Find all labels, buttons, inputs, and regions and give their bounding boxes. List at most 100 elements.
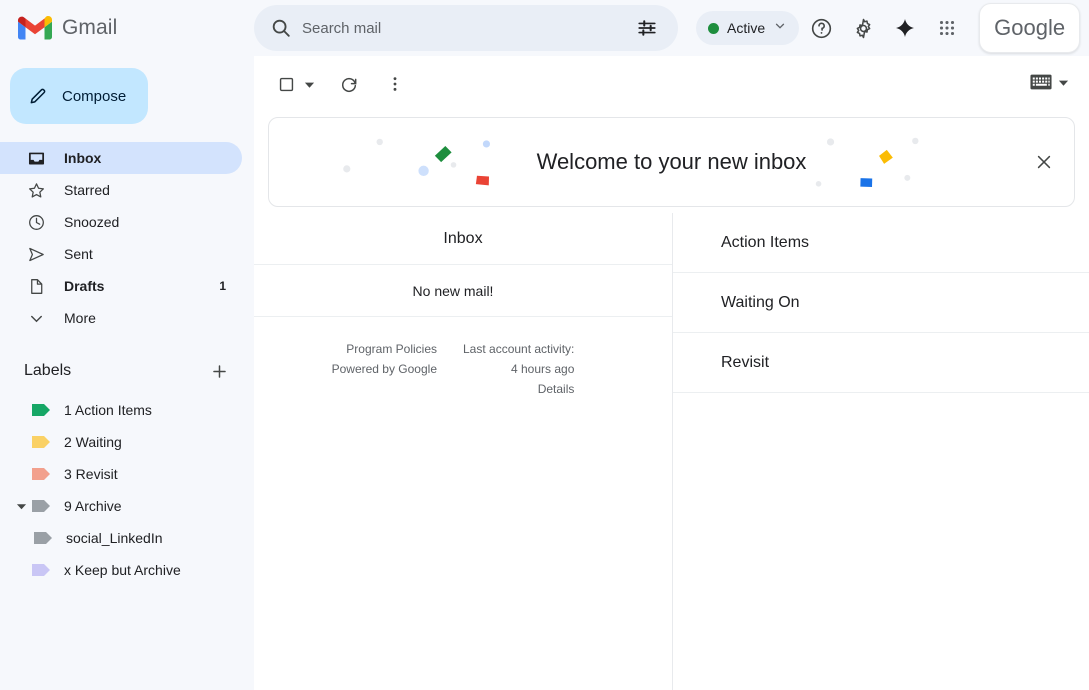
brand-name: Gmail [62,16,117,40]
main-content: Welcome to your new inbox Inbox No new m… [254,56,1089,690]
sidebar-item-inbox[interactable]: Inbox [0,142,242,174]
select-all-group[interactable] [268,66,315,102]
chevron-down-icon [26,308,46,328]
sidebar-item-sent[interactable]: Sent [0,238,242,270]
label-item-keep-but-archive[interactable]: x Keep but Archive [0,554,254,586]
label-item-waiting[interactable]: 2 Waiting [0,426,254,458]
inbox-empty-text: No new mail! [413,283,494,299]
sidebar-item-label: More [64,310,96,326]
clock-icon [26,212,46,232]
inbox-icon [26,148,46,168]
compose-label: Compose [62,88,126,105]
section-title: Revisit [721,354,769,372]
status-label: Active [727,20,765,36]
sidebar-item-starred[interactable]: Starred [0,174,242,206]
label-color-swatch [32,467,50,481]
mail-toolbar [254,56,1089,112]
footer-activity-column: Last account activity: 4 hours ago Detai… [463,339,574,399]
panes-container: Inbox No new mail! Program Policies Powe… [254,213,1089,690]
refresh-icon[interactable] [331,66,367,102]
brand-area[interactable]: Gmail [0,15,254,41]
welcome-banner: Welcome to your new inbox [268,117,1075,207]
label-color-swatch [32,499,50,513]
labels-list: 1 Action Items 2 Waiting 3 Revisit [0,394,254,586]
labels-header: Labels [0,356,254,386]
label-text: social_LinkedIn [66,530,163,546]
sidebar-item-label: Drafts [64,278,104,294]
status-pill-active[interactable]: Active [696,11,799,45]
search-icon[interactable] [262,9,300,47]
drafts-count: 1 [219,279,226,293]
document-icon [26,276,46,296]
twisty-placeholder [12,433,30,451]
last-activity-value: 4 hours ago [511,359,574,379]
inbox-footer: Program Policies Powered by Google Last … [254,317,672,399]
inbox-empty-row: No new mail! [254,265,672,317]
gear-icon[interactable] [843,8,883,48]
label-item-action-items[interactable]: 1 Action Items [0,394,254,426]
label-item-social-linkedin[interactable]: social_LinkedIn [0,522,254,554]
sidebar-item-label: Starred [64,182,110,198]
label-text: x Keep but Archive [64,562,181,578]
footer-links-column: Program Policies Powered by Google [332,339,437,399]
section-row-revisit[interactable]: Revisit [673,333,1089,393]
label-item-revisit[interactable]: 3 Revisit [0,458,254,490]
label-text: 1 Action Items [64,402,152,418]
close-icon[interactable] [1028,146,1060,178]
twisty-placeholder [12,465,30,483]
search-input[interactable] [300,20,630,37]
sidebar-item-label: Sent [64,246,93,262]
chevron-down-icon [773,19,787,38]
twisty-placeholder [12,401,30,419]
send-icon [26,244,46,264]
sidebar-item-label: Inbox [64,150,101,166]
section-title: Action Items [721,234,809,252]
label-color-swatch [32,435,50,449]
section-row-waiting-on[interactable]: Waiting On [673,273,1089,333]
gmail-logo-icon [18,15,52,41]
activity-details-link[interactable]: Details [538,379,575,399]
program-policies-link[interactable]: Program Policies [346,339,437,359]
sidebar-item-drafts[interactable]: Drafts 1 [0,270,242,302]
status-dot-icon [708,23,719,34]
labels-title: Labels [24,362,71,380]
label-text: 3 Revisit [64,466,118,482]
sections-pane: Action Items Waiting On Revisit [673,213,1089,690]
sidebar-nav: Inbox Starred Snoozed [0,142,254,334]
section-row-action-items[interactable]: Action Items [673,213,1089,273]
apps-grid-icon[interactable] [927,8,967,48]
checkbox-empty-icon[interactable] [268,66,304,102]
search-area [254,5,678,51]
search-bar[interactable] [254,5,678,51]
label-color-swatch [34,531,52,545]
banner-title: Welcome to your new inbox [537,149,807,175]
keyboard-chevron-down-icon [1058,75,1069,93]
tune-filter-icon[interactable] [630,11,664,45]
label-color-swatch [32,563,50,577]
app-header: Gmail [0,0,1089,56]
label-text: 2 Waiting [64,434,122,450]
gmail-app-window: Gmail [0,0,1089,690]
more-vertical-icon[interactable] [377,66,413,102]
label-item-archive[interactable]: 9 Archive [0,490,254,522]
sidebar-item-more[interactable]: More [0,302,242,334]
select-chevron-down-icon[interactable] [304,79,315,90]
compose-button[interactable]: Compose [10,68,148,124]
header-actions: Active [696,3,1080,53]
help-circle-icon[interactable] [801,8,841,48]
keyboard-icon [1030,74,1052,95]
label-color-swatch [32,403,50,417]
plus-icon[interactable] [208,360,230,382]
sidebar-item-label: Snoozed [64,214,119,230]
sidebar-item-snoozed[interactable]: Snoozed [0,206,242,238]
powered-by-text: Powered by Google [332,359,437,379]
pencil-icon [28,86,48,106]
account-card[interactable]: Google [979,3,1080,53]
account-card-text: Google [994,15,1065,41]
star-icon [26,180,46,200]
keyboard-input-tools-button[interactable] [1022,68,1077,100]
sparkle-icon[interactable] [885,8,925,48]
inbox-pane: Inbox No new mail! Program Policies Powe… [254,213,672,690]
twisty-expanded-icon[interactable] [12,497,30,515]
last-activity-label: Last account activity: [463,339,574,359]
